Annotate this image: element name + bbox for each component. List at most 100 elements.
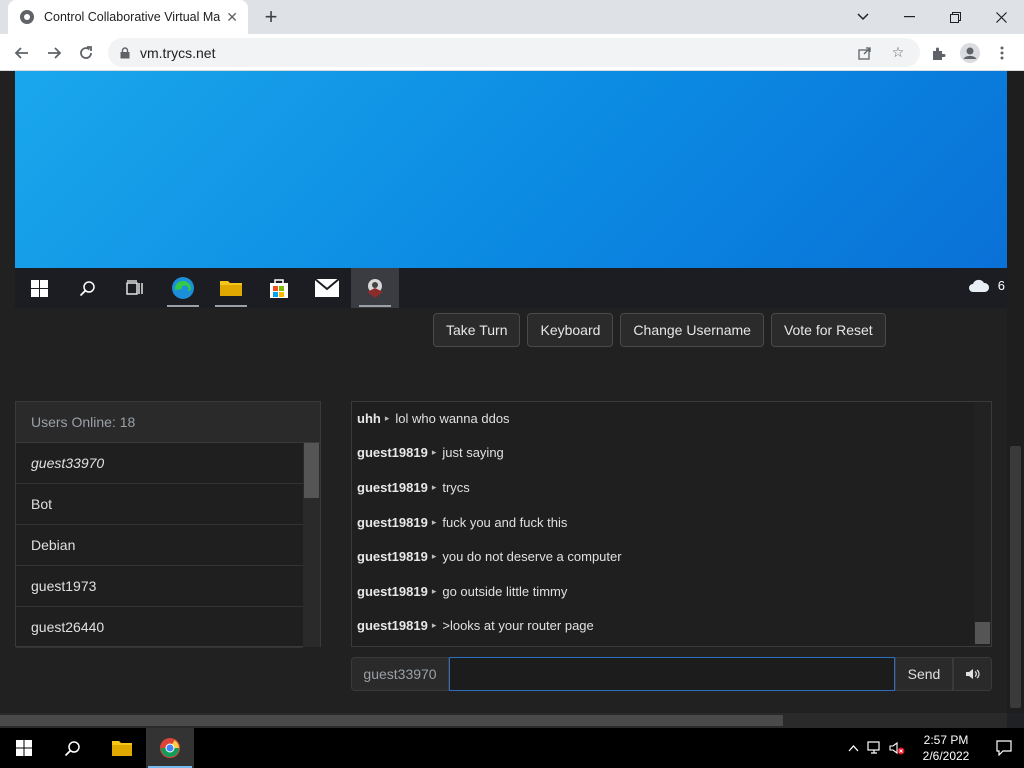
chat-message-text: lol who wanna ddos: [395, 411, 510, 426]
vm-task-view-icon[interactable]: [111, 268, 159, 308]
tab-close-icon[interactable]: ✕: [226, 9, 238, 26]
vm-controls: Take Turn Keyboard Change Username Vote …: [433, 313, 886, 347]
chat-message-text: just saying: [442, 445, 504, 460]
chat-message-text: fuck you and fuck this: [442, 515, 568, 530]
chat-message: guest19819 ▸ just saying: [357, 445, 504, 460]
page-horizontal-scroll-thumb[interactable]: [0, 715, 783, 726]
vm-edge-icon[interactable]: [159, 268, 207, 308]
users-scroll-thumb[interactable]: [304, 443, 319, 498]
arrow-icon: ▸: [384, 413, 390, 423]
chat-input[interactable]: [449, 657, 895, 691]
address-bar[interactable]: vm.trycs.net ☆: [108, 38, 920, 67]
bookmark-star-icon[interactable]: ☆: [885, 38, 911, 67]
close-window-button[interactable]: [978, 0, 1024, 34]
send-button[interactable]: Send: [895, 657, 953, 691]
share-icon[interactable]: [852, 38, 878, 67]
change-username-button[interactable]: Change Username: [620, 313, 764, 347]
users-scrollbar[interactable]: [303, 443, 320, 647]
tab-title: Control Collaborative Virtual Ma: [44, 10, 221, 24]
new-tab-button[interactable]: +: [258, 4, 284, 30]
chat-message: guest19819 ▸ you do not deserve a computer: [357, 549, 622, 564]
chat-message-text: >looks at your router page: [442, 618, 594, 633]
restore-button[interactable]: [932, 0, 978, 34]
chat-message: guest19819 ▸ fuck you and fuck this: [357, 515, 567, 530]
chat-message-text: trycs: [442, 480, 470, 495]
chat-message-text: go outside little timmy: [442, 584, 568, 599]
user-list-item[interactable]: Debian: [16, 525, 303, 566]
vm-taskbar: 6: [15, 268, 1007, 308]
arrow-icon: ▸: [431, 586, 437, 596]
chrome-icon[interactable]: [146, 728, 194, 768]
chat-message-user: uhh: [357, 411, 381, 426]
url-text: vm.trycs.net: [140, 44, 216, 61]
chat-message: guest19819 ▸ trycs: [357, 480, 470, 495]
arrow-icon: ▸: [431, 517, 437, 527]
sound-toggle-button[interactable]: [953, 657, 992, 691]
volume-muted-icon[interactable]: [886, 741, 908, 755]
extensions-icon[interactable]: [925, 40, 951, 66]
cloud-icon: [968, 279, 989, 292]
keyboard-button[interactable]: Keyboard: [527, 313, 614, 347]
notifications-icon[interactable]: [984, 740, 1024, 756]
browser-tabstrip: Control Collaborative Virtual Ma ✕ +: [0, 0, 1024, 34]
minimize-button[interactable]: [886, 0, 932, 34]
lock-icon: [120, 46, 132, 59]
chevron-up-icon[interactable]: [842, 744, 864, 752]
chat-username-label: guest33970: [351, 657, 449, 691]
search-icon[interactable]: [48, 728, 96, 768]
chat-message: guest19819 ▸ >looks at your router page: [357, 618, 594, 633]
vm-mail-icon[interactable]: [303, 268, 351, 308]
chat-message-user: guest19819: [357, 549, 428, 564]
user-list-item[interactable]: Bot: [16, 484, 303, 525]
reload-icon[interactable]: [73, 40, 99, 66]
clock-date: 2/6/2022: [922, 749, 970, 763]
profile-avatar[interactable]: [957, 40, 983, 66]
windows-taskbar: 2:57 PM 2/6/2022: [0, 728, 1024, 768]
network-icon[interactable]: [864, 741, 886, 755]
speaker-icon: [965, 669, 980, 679]
user-list-item[interactable]: guest1973: [16, 566, 303, 607]
forward-icon[interactable]: [41, 40, 67, 66]
menu-icon[interactable]: [989, 40, 1015, 66]
start-icon[interactable]: [0, 728, 48, 768]
chat-message-user: guest19819: [357, 584, 428, 599]
users-online-header: Users Online: 18: [16, 402, 320, 443]
chat-message-user: guest19819: [357, 618, 428, 633]
user-list-item[interactable]: guest26440: [16, 607, 303, 648]
chat-scrollbar[interactable]: [974, 402, 991, 646]
page-horizontal-scrollbar[interactable]: [0, 713, 1007, 728]
globe-icon: [20, 10, 34, 24]
page-scroll-thumb[interactable]: [1010, 446, 1021, 708]
chat-message: uhh ▸ lol who wanna ddos: [357, 411, 510, 426]
page-scrollbar[interactable]: [1007, 71, 1024, 713]
arrow-icon: ▸: [431, 447, 437, 457]
chat-message-user: guest19819: [357, 445, 428, 460]
vm-start-icon[interactable]: [15, 268, 63, 308]
back-icon[interactable]: [9, 40, 35, 66]
file-explorer-icon[interactable]: [98, 728, 146, 768]
users-panel: Users Online: 18 guest33970 Bot Debian g…: [15, 401, 321, 648]
arrow-icon: ▸: [431, 551, 437, 561]
clock-time: 2:57 PM: [923, 733, 969, 747]
take-turn-button[interactable]: Take Turn: [433, 313, 521, 347]
system-clock[interactable]: 2:57 PM 2/6/2022: [908, 732, 984, 764]
chat-panel: uhh ▸ lol who wanna ddos guest19819 ▸ just s…: [351, 401, 992, 647]
page-content: 6 Take Turn Keyboard Change Username Vot…: [0, 71, 1024, 713]
arrow-icon: ▸: [431, 620, 437, 630]
chat-message-user: guest19819: [357, 480, 428, 495]
chat-message: guest19819 ▸ go outside little timmy: [357, 584, 567, 599]
user-list-item[interactable]: guest33970: [16, 443, 303, 484]
browser-tab[interactable]: Control Collaborative Virtual Ma ✕: [8, 0, 248, 34]
arrow-icon: ▸: [431, 482, 437, 492]
vm-search-icon[interactable]: [63, 268, 111, 308]
vm-weather[interactable]: 6: [968, 278, 1005, 293]
vm-weather-temp: 6: [997, 278, 1005, 293]
vm-app-icon[interactable]: [351, 268, 399, 308]
system-tray: 2:57 PM 2/6/2022: [842, 728, 1024, 768]
vote-reset-button[interactable]: Vote for Reset: [770, 313, 886, 347]
chat-input-row: guest33970 Send: [351, 657, 992, 691]
chat-scroll-thumb[interactable]: [975, 622, 990, 644]
vm-file-explorer-icon[interactable]: [207, 268, 255, 308]
tab-search-icon[interactable]: [840, 0, 886, 34]
vm-store-icon[interactable]: [255, 268, 303, 308]
